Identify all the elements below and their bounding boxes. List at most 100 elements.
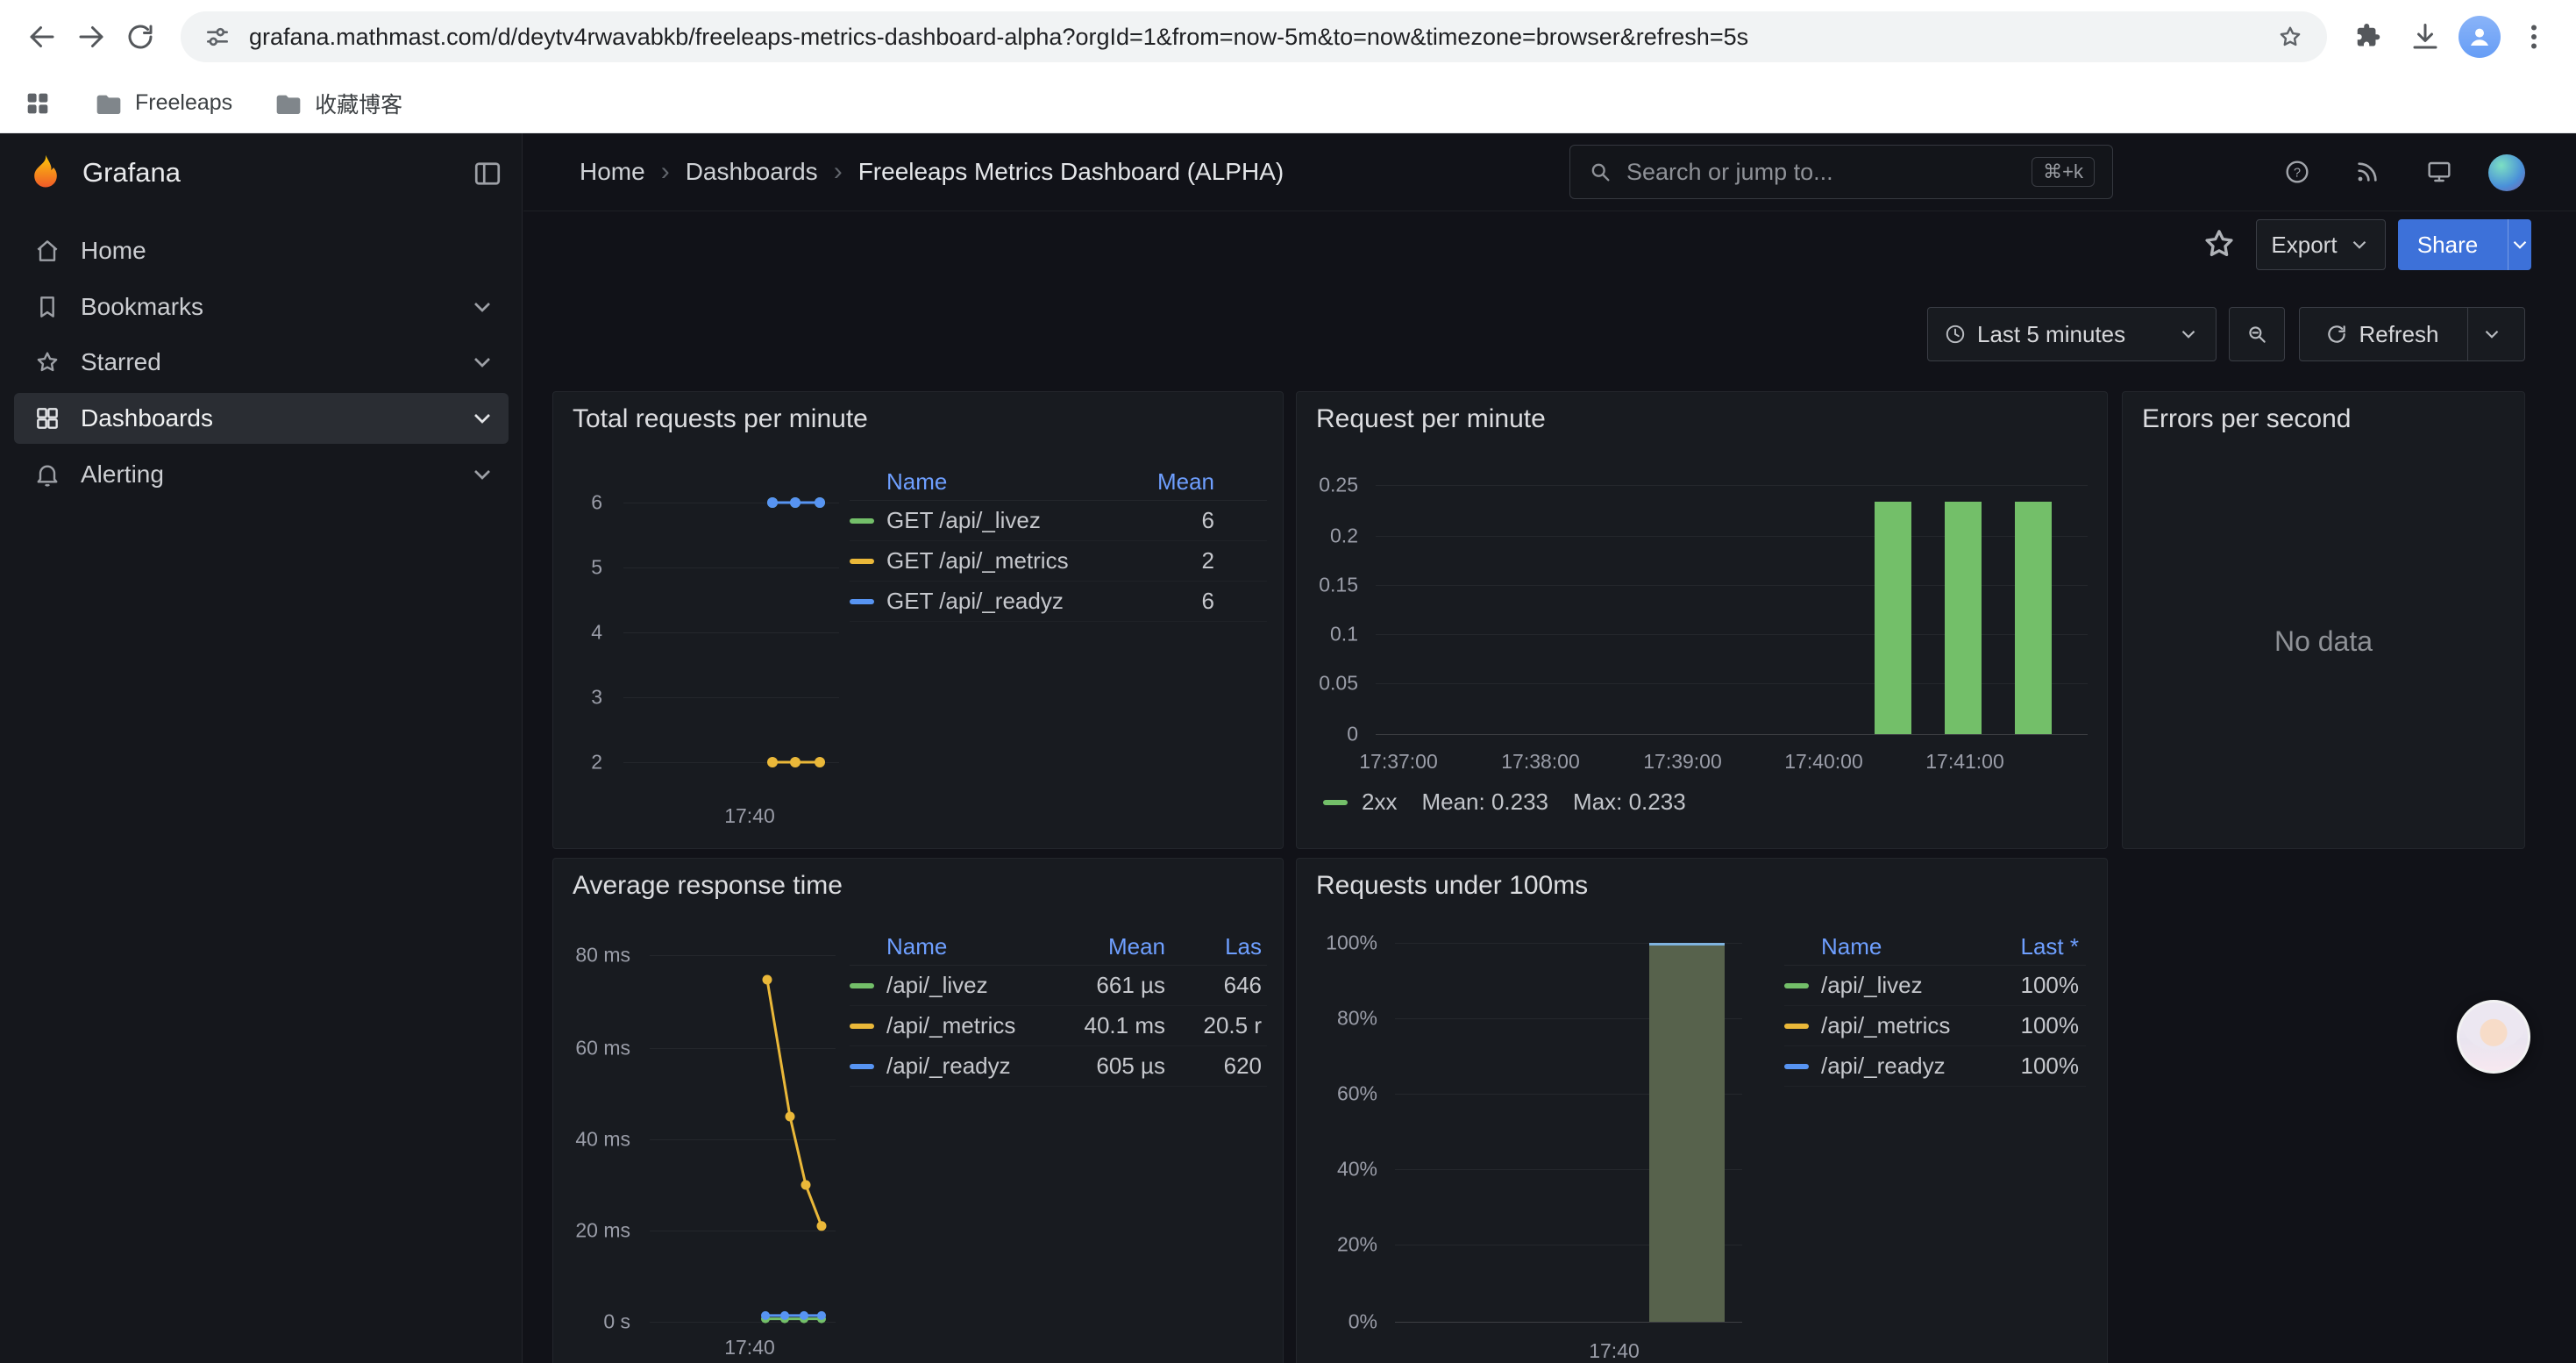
legend-col-name[interactable]: Name [850,933,1078,960]
chevron-down-icon[interactable] [468,460,496,489]
zoom-out-button[interactable] [2229,307,2285,361]
sidebar-item-alerting[interactable]: Alerting [14,449,509,500]
sidebar-item-label: Bookmarks [81,293,203,321]
legend-table: Name Mean GET /api/_livez 6 GET /api/_me… [850,464,1267,622]
legend-series-name[interactable]: /api/_livez [1821,972,1989,999]
bookmark-folder-freeleaps[interactable]: Freeleaps [95,89,232,118]
star-icon [33,348,61,376]
site-settings-icon[interactable] [203,23,231,51]
x-tick: 17:40:00 [1784,750,1863,774]
refresh-icon [2325,323,2348,346]
refresh-interval-toggle[interactable] [2467,308,2516,360]
dashboards-icon [33,404,61,432]
legend-series-name[interactable]: /api/_metrics [1821,1012,1989,1039]
line-chart[interactable] [623,480,851,796]
panel-title[interactable]: Errors per second [2123,392,2524,446]
bookmark-folder-blogs[interactable]: 收藏博客 [274,88,402,119]
forward-button[interactable] [67,12,116,61]
bar-chart[interactable] [1297,392,2108,849]
share-button[interactable]: Share [2398,219,2531,270]
legend-last-value: 620 [1165,1053,1267,1080]
panel-title[interactable]: Total requests per minute [553,392,1283,446]
chevron-down-icon [2177,323,2200,346]
reload-button[interactable] [116,12,165,61]
legend: 2xx Mean: 0.233 Max: 0.233 [1323,789,1686,816]
x-tick: 17:39:00 [1643,750,1722,774]
sidebar-item-home[interactable]: Home [14,225,509,276]
sidebar-item-starred[interactable]: Starred [14,337,509,388]
legend-col-name[interactable]: Name [850,468,1135,496]
grafana-app: Grafana Home Bookmarks Starred Dashboard… [0,133,2576,1363]
chevron-down-icon [2480,323,2503,346]
legend-col-last[interactable]: Las [1165,933,1267,960]
share-menu-toggle[interactable] [2508,219,2531,270]
y-tick: 20 ms [575,1219,630,1243]
browser-menu-icon[interactable] [2509,12,2558,61]
bookmark-star-icon[interactable] [2276,23,2304,51]
downloads-icon[interactable] [2401,12,2450,61]
series-color-icon [850,983,874,988]
chevron-down-icon[interactable] [468,404,496,432]
legend-mean-stat: Mean: 0.233 [1421,789,1548,816]
legend-col-name[interactable]: Name [1784,933,1989,960]
series-color-icon [1784,1064,1809,1069]
breadcrumb-dashboards[interactable]: Dashboards [686,158,818,186]
url-text[interactable]: grafana.mathmast.com/d/deytv4rwavabkb/fr… [249,24,2259,51]
breadcrumb: Home › Dashboards › Freeleaps Metrics Da… [580,133,1284,211]
refresh-main[interactable]: Refresh [2308,308,2456,360]
series-color-icon [850,559,874,564]
legend-series-name[interactable]: GET /api/_metrics [886,547,1135,574]
x-tick: 17:38:00 [1501,750,1580,774]
grafana-brand[interactable]: Grafana [26,153,181,193]
export-button[interactable]: Export [2256,219,2386,270]
help-icon[interactable]: ? [2278,153,2316,191]
sidebar-item-dashboards[interactable]: Dashboards [14,393,509,444]
panel-title[interactable]: Average response time [553,859,1283,913]
breadcrumb-home[interactable]: Home [580,158,645,186]
share-label[interactable]: Share [2398,219,2497,270]
monitor-kiosk-icon[interactable] [2420,153,2459,191]
series-color-icon [850,599,874,604]
user-avatar[interactable] [2488,154,2525,191]
time-range-label: Last 5 minutes [1977,321,2125,348]
legend-series-name[interactable]: GET /api/_livez [886,507,1135,534]
dock-menu-icon[interactable] [472,158,503,189]
bookmarks-bar: Freeleaps 收藏博客 [0,74,2576,133]
time-range-picker[interactable]: Last 5 minutes [1927,307,2217,361]
legend-last-value: 100% [1989,1012,2086,1039]
chevron-down-icon[interactable] [468,293,496,321]
legend-series-name[interactable]: /api/_readyz [1821,1053,1989,1080]
apps-grid-icon[interactable] [23,89,53,118]
legend-col-mean[interactable]: Mean [1078,933,1165,960]
y-tick: 40 ms [575,1128,630,1152]
browser-toolbar: grafana.mathmast.com/d/deytv4rwavabkb/fr… [0,0,2576,74]
legend-series-name[interactable]: /api/_metrics [886,1012,1078,1039]
legend-row: /api/_metrics 100% [1784,1006,2086,1046]
search-input[interactable] [1626,159,2017,186]
back-button[interactable] [18,12,67,61]
refresh-button[interactable]: Refresh [2299,307,2525,361]
sidebar-item-bookmarks[interactable]: Bookmarks [14,282,509,332]
browser-profile-avatar[interactable] [2459,16,2501,58]
legend-series-name[interactable]: /api/_readyz [886,1053,1078,1080]
legend-series-name[interactable]: /api/_livez [886,972,1078,999]
legend-series-name[interactable]: 2xx [1362,789,1397,816]
chat-widget-avatar[interactable] [2457,1000,2530,1074]
news-rss-icon[interactable] [2348,153,2387,191]
legend-col-last[interactable]: Last * [1989,933,2086,960]
legend-series-name[interactable]: GET /api/_readyz [886,588,1135,615]
series-color-icon [1323,800,1348,805]
search-icon [1588,160,1612,184]
favorite-star-icon[interactable] [2200,225,2238,263]
search-bar[interactable]: ⌘+k [1569,145,2113,199]
url-bar[interactable]: grafana.mathmast.com/d/deytv4rwavabkb/fr… [181,11,2327,62]
panel-requests-under-100ms: Requests under 100ms 100% 80% 60% 40% 20… [1296,858,2108,1363]
search-shortcut-hint: ⌘+k [2032,157,2095,187]
svg-text:?: ? [2294,166,2301,180]
home-icon [33,237,61,265]
legend-header: Name Mean [850,464,1267,501]
extensions-icon[interactable] [2343,12,2392,61]
legend-col-mean[interactable]: Mean [1135,468,1214,496]
chevron-down-icon[interactable] [468,348,496,376]
bookmark-label: 收藏博客 [315,88,402,119]
